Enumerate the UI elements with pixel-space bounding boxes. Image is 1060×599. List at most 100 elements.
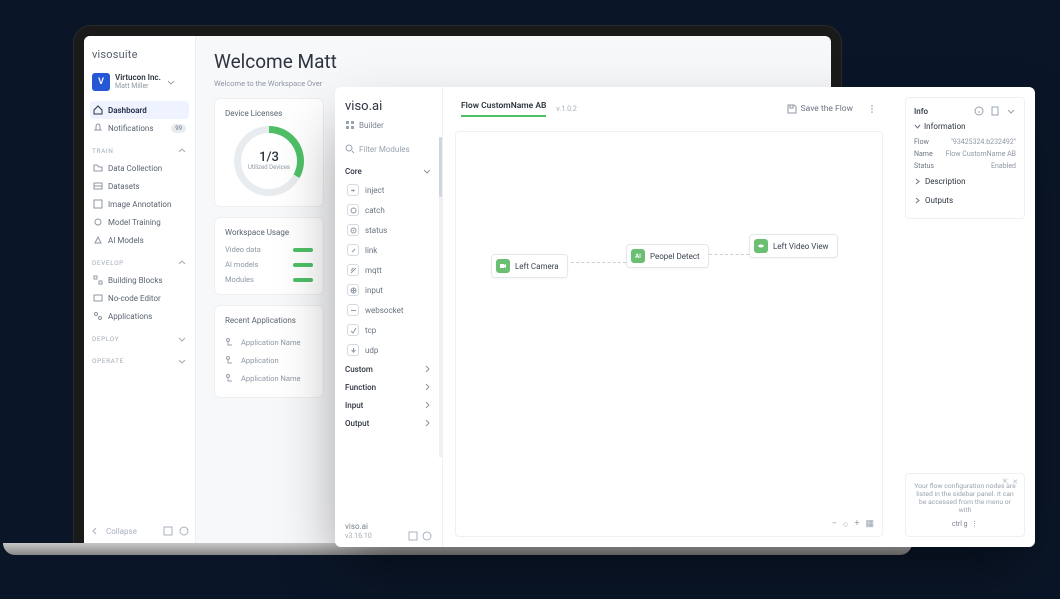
- app-icon: [225, 337, 235, 347]
- info-header: Info: [914, 107, 928, 116]
- node-tcp[interactable]: tcp: [345, 320, 432, 340]
- chevron-right-icon: [422, 400, 432, 410]
- nav-ai-models[interactable]: AI Models: [90, 231, 189, 249]
- tcp-icon: [347, 324, 359, 336]
- group-title-develop[interactable]: DEVELOP: [90, 249, 189, 271]
- chevron-up-icon: [177, 146, 187, 156]
- inject-icon: [347, 184, 359, 196]
- builder-footer: viso.ai v3.16.10: [345, 514, 432, 541]
- save-icon: [787, 104, 797, 114]
- nav-building-blocks[interactable]: Building Blocks: [90, 271, 189, 289]
- book-icon[interactable]: [990, 106, 1000, 116]
- card-title: Device Licenses: [225, 109, 313, 118]
- flow-name-tab[interactable]: Flow CustomName AB: [461, 101, 546, 117]
- app-icon: [225, 373, 235, 383]
- filter-modules[interactable]: Filter Modules: [345, 144, 432, 154]
- license-gauge: 1/3 Utilized Devices: [234, 126, 304, 196]
- gauge-label: Utilized Devices: [248, 165, 290, 172]
- help-icon[interactable]: [422, 531, 432, 541]
- category-core[interactable]: Core: [345, 162, 432, 180]
- scrollbar-thumb[interactable]: [439, 137, 442, 197]
- flow-version: v.1.0.2: [556, 105, 576, 113]
- flow-node-camera[interactable]: Left Camera: [491, 254, 568, 278]
- category-input[interactable]: Input: [345, 396, 432, 414]
- group-title-train[interactable]: TRAIN: [90, 137, 189, 159]
- save-flow-button[interactable]: Save the Flow: [787, 104, 853, 114]
- chevron-up-icon: [177, 258, 187, 268]
- hint-card: ⇱ ✕ Your flow configuration nodes are li…: [905, 473, 1025, 537]
- recent-app[interactable]: Application: [225, 351, 313, 369]
- nav-datasets[interactable]: Datasets: [90, 177, 189, 195]
- info-section-outputs[interactable]: Outputs: [914, 191, 1016, 210]
- apps-icon: [93, 311, 103, 321]
- node-input[interactable]: input: [345, 280, 432, 300]
- collect-icon: [93, 163, 103, 173]
- node-mqtt[interactable]: mqtt: [345, 260, 432, 280]
- recent-app[interactable]: Application Name: [225, 369, 313, 387]
- nav-image-annotation[interactable]: Image Annotation: [90, 195, 189, 213]
- flow-canvas[interactable]: Left Camera AI Peopel Detect Left Video …: [455, 131, 883, 537]
- org-switcher[interactable]: V Virtucon Inc. Matt Miller: [90, 71, 189, 93]
- workspace-usage-card: Workspace Usage Video data AI models Mod…: [214, 217, 324, 295]
- node-udp[interactable]: udp: [345, 340, 432, 360]
- group-title-operate[interactable]: OPERATE: [90, 347, 189, 369]
- status-icon: [347, 224, 359, 236]
- group-title-deploy[interactable]: DEPLOY: [90, 325, 189, 347]
- zoom-in-button[interactable]: +: [854, 519, 859, 530]
- chevron-right-icon: [914, 178, 921, 185]
- bell-icon: [93, 123, 103, 133]
- help-icon: [179, 526, 189, 536]
- close-icon[interactable]: ✕: [1012, 478, 1018, 486]
- recent-apps-card: Recent Applications Application Name App…: [214, 305, 324, 398]
- more-icon[interactable]: [867, 104, 877, 114]
- chevron-right-icon: [422, 364, 432, 374]
- nav-nocode-editor[interactable]: No-code Editor: [90, 289, 189, 307]
- node-status[interactable]: status: [345, 220, 432, 240]
- flow-node-video-view[interactable]: Left Video View: [749, 234, 838, 258]
- zoom-reset-button[interactable]: ○: [843, 519, 848, 530]
- dataset-icon: [93, 181, 103, 191]
- info-panel: Info Information Flow"93425324.b232492" …: [895, 87, 1035, 547]
- chevron-down-icon[interactable]: [1006, 106, 1016, 116]
- editor-icon: [93, 293, 103, 303]
- node-catch[interactable]: catch: [345, 200, 432, 220]
- zoom-out-button[interactable]: −: [832, 519, 837, 530]
- link-icon: [347, 244, 359, 256]
- info-card: Info Information Flow"93425324.b232492" …: [905, 97, 1025, 219]
- builder-mode[interactable]: Builder: [345, 120, 432, 130]
- info-section-information[interactable]: Information: [914, 122, 1016, 131]
- nav-dashboard[interactable]: Dashboard: [90, 101, 189, 119]
- train-icon: [93, 217, 103, 227]
- node-websocket[interactable]: websocket: [345, 300, 432, 320]
- info-icon[interactable]: [974, 106, 984, 116]
- node-inject[interactable]: inject: [345, 180, 432, 200]
- usage-bar: [293, 248, 313, 252]
- category-custom[interactable]: Custom: [345, 360, 432, 378]
- ai-icon: AI: [631, 249, 645, 263]
- gauge-value: 1/3: [259, 150, 279, 165]
- info-section-description[interactable]: Description: [914, 172, 1016, 191]
- map-toggle-button[interactable]: ▦: [865, 519, 874, 530]
- node-link[interactable]: link: [345, 240, 432, 260]
- nav-model-training[interactable]: Model Training: [90, 213, 189, 231]
- camera-icon: [496, 259, 510, 273]
- pin-icon[interactable]: ⇱: [1003, 478, 1009, 486]
- nav-notifications[interactable]: Notifications 99: [90, 119, 189, 137]
- nav-applications[interactable]: Applications: [90, 307, 189, 325]
- welcome-heading: Welcome Matt: [214, 50, 813, 73]
- category-output[interactable]: Output: [345, 414, 432, 432]
- nav-data-collection[interactable]: Data Collection: [90, 159, 189, 177]
- collapse-sidebar[interactable]: Collapse: [90, 522, 189, 536]
- expand-icon: [163, 526, 173, 536]
- builder-brand: viso.ai: [345, 99, 432, 114]
- flow-wire: [704, 254, 749, 255]
- mqtt-icon: [347, 264, 359, 276]
- canvas-tools: − ○ + ▦: [832, 519, 874, 530]
- recent-app[interactable]: Application Name: [225, 333, 313, 351]
- chevron-down-icon: [914, 123, 921, 130]
- expand-icon[interactable]: [408, 531, 418, 541]
- flow-node-detect[interactable]: AI Peopel Detect: [626, 244, 709, 268]
- nav-label: Dashboard: [108, 106, 147, 115]
- card-title: Workspace Usage: [225, 228, 313, 237]
- category-function[interactable]: Function: [345, 378, 432, 396]
